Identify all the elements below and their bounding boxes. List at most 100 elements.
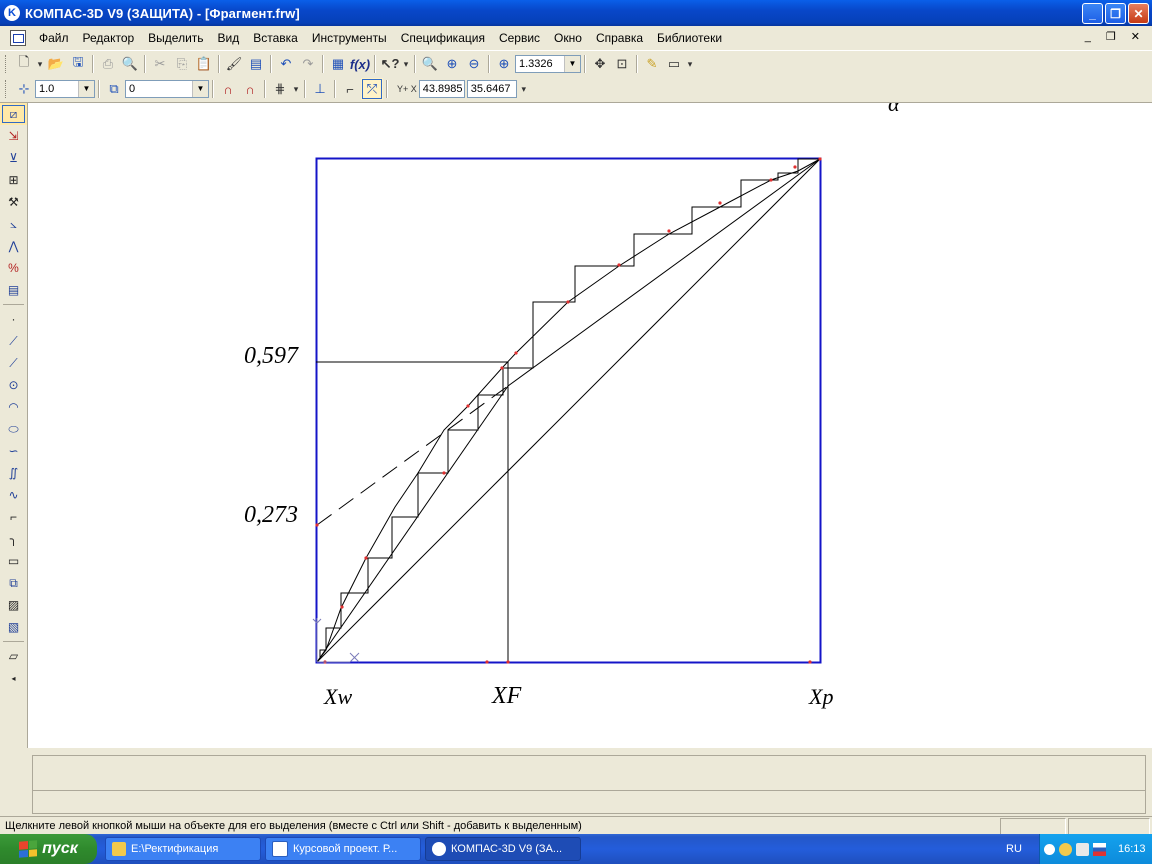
curve-point[interactable]: [769, 178, 773, 182]
redo-icon[interactable]: ↷: [297, 53, 319, 75]
more-tools-icon[interactable]: ▱: [0, 645, 27, 667]
contour-tool-icon[interactable]: ⧉: [0, 572, 27, 594]
scale-combo[interactable]: 1.0 ▼: [35, 80, 95, 98]
cut-icon[interactable]: ✂: [149, 53, 171, 75]
curve-point[interactable]: [514, 351, 518, 355]
menu-file[interactable]: Файл: [32, 31, 76, 45]
curve-point[interactable]: [500, 366, 504, 370]
edit-tool-icon[interactable]: ⊞: [0, 169, 27, 191]
label-xw[interactable]: Xw: [324, 684, 352, 710]
close-button[interactable]: ✕: [1128, 3, 1149, 24]
chevron-down-icon[interactable]: ▼: [564, 56, 580, 72]
chevron-down-icon[interactable]: ▼: [192, 81, 208, 97]
display-icon[interactable]: ▭: [663, 53, 685, 75]
show-all-icon[interactable]: ⊡: [611, 53, 633, 75]
curve-point[interactable]: [667, 229, 671, 233]
grid-dropdown-icon[interactable]: ▾: [291, 78, 301, 100]
drawing-svg[interactable]: [28, 103, 1152, 748]
coord-dropdown-icon[interactable]: ▾: [519, 78, 529, 100]
local-cs-icon[interactable]: ⊹: [13, 78, 35, 100]
clock[interactable]: 16:13: [1118, 843, 1146, 855]
variables-icon[interactable]: ▦: [327, 53, 349, 75]
ellipse-tool-icon[interactable]: ⬭: [0, 418, 27, 440]
axis-point[interactable]: [506, 660, 510, 664]
label-0273[interactable]: 0,273: [244, 502, 298, 529]
display-dropdown-icon[interactable]: ▾: [685, 53, 695, 75]
menu-service[interactable]: Сервис: [492, 31, 547, 45]
menu-window[interactable]: Окно: [547, 31, 589, 45]
tray-app-icon[interactable]: [1059, 842, 1072, 856]
x-coordinate-field[interactable]: 43.8985: [418, 80, 465, 98]
tray-network-icon[interactable]: [1076, 842, 1089, 856]
local-snap-icon[interactable]: ∩: [239, 78, 261, 100]
stripping-operating-line[interactable]: [316, 385, 509, 663]
edit-pencil-icon[interactable]: ✎: [641, 53, 663, 75]
properties-brush-icon[interactable]: 🖌: [223, 53, 245, 75]
curve-point[interactable]: [617, 263, 621, 267]
orthogonal-icon[interactable]: ⊥: [309, 78, 331, 100]
zoom-window-icon[interactable]: 🔍: [419, 53, 441, 75]
curve-point[interactable]: [818, 157, 822, 161]
print-icon[interactable]: ⎙: [97, 53, 119, 75]
save-icon[interactable]: 🖫: [67, 53, 89, 75]
minimize-button[interactable]: _: [1082, 3, 1103, 24]
menu-view[interactable]: Вид: [211, 31, 247, 45]
bezier-tool-icon[interactable]: ∽: [0, 440, 27, 462]
menu-editor[interactable]: Редактор: [76, 31, 142, 45]
task-kompas[interactable]: КОМПАС-3D V9 (ЗА...: [425, 837, 581, 861]
new-dropdown-icon[interactable]: ▾: [35, 53, 45, 75]
property-area[interactable]: [32, 755, 1146, 791]
dimensions-tool-icon[interactable]: ⇲: [0, 125, 27, 147]
zoom-scale-icon[interactable]: ⊕: [493, 53, 515, 75]
menu-specification[interactable]: Спецификация: [394, 31, 492, 45]
rectangle-tool-icon[interactable]: ▭: [0, 550, 27, 572]
y-coordinate-field[interactable]: 35.6467: [466, 80, 517, 98]
reports-tool-icon[interactable]: ▤: [0, 279, 27, 301]
manager-icon[interactable]: ▤: [245, 53, 267, 75]
auxiliary-line-icon[interactable]: ⟋: [0, 330, 27, 352]
layers-icon[interactable]: ⧉: [103, 78, 125, 100]
select-tool-icon[interactable]: ⋀: [0, 235, 27, 257]
arc-tool-icon[interactable]: ◠: [0, 396, 27, 418]
snap-magnet-icon[interactable]: ∩: [217, 78, 239, 100]
maximize-button[interactable]: ❐: [1105, 3, 1126, 24]
mdi-window-controls[interactable]: _ ❐ ✕: [1085, 30, 1146, 43]
label-xp[interactable]: Xp: [809, 684, 833, 710]
axis-point[interactable]: [315, 523, 319, 527]
designations-tool-icon[interactable]: ⊻: [0, 147, 27, 169]
layer-combo[interactable]: 0 ▼: [125, 80, 209, 98]
curve-point[interactable]: [566, 300, 570, 304]
help-dropdown-icon[interactable]: ▾: [401, 53, 411, 75]
undo-icon[interactable]: ↶: [275, 53, 297, 75]
property-tabs-area[interactable]: [32, 790, 1146, 814]
task-folder[interactable]: E:\Ректификация: [105, 837, 261, 861]
document-icon[interactable]: [10, 30, 26, 46]
curve-point[interactable]: [718, 201, 722, 205]
start-button[interactable]: пуск: [0, 834, 97, 864]
copy-icon[interactable]: ⎘: [171, 53, 193, 75]
panel-arrow-icon[interactable]: ◂: [0, 667, 27, 689]
menu-tools[interactable]: Инструменты: [305, 31, 394, 45]
curve-point[interactable]: [793, 165, 797, 169]
segment-tool-icon[interactable]: ⟋: [0, 352, 27, 374]
language-indicator[interactable]: RU: [1006, 843, 1022, 855]
chamfer-tool-icon[interactable]: ⌐: [0, 506, 27, 528]
label-xf[interactable]: XF: [492, 683, 521, 710]
menu-insert[interactable]: Вставка: [246, 31, 305, 45]
axis-point[interactable]: [808, 660, 812, 664]
spec-tool-icon[interactable]: %: [0, 257, 27, 279]
menu-select[interactable]: Выделить: [141, 31, 210, 45]
tray-arrow-icon[interactable]: [1044, 843, 1055, 855]
zoom-out-icon[interactable]: ⊖: [463, 53, 485, 75]
zoom-combo[interactable]: 1.3326 ▼: [515, 55, 581, 73]
open-folder-icon[interactable]: 📂: [45, 53, 67, 75]
curve-point[interactable]: [340, 605, 344, 609]
axis-point[interactable]: [485, 660, 489, 664]
toolbar-grip[interactable]: [5, 80, 9, 98]
toolbar-grip[interactable]: [5, 55, 9, 73]
label-alpha[interactable]: α: [888, 103, 900, 117]
grid-icon[interactable]: ⋕: [269, 78, 291, 100]
paste-icon[interactable]: 📋: [193, 53, 215, 75]
chevron-down-icon[interactable]: ▼: [78, 81, 94, 97]
print-preview-icon[interactable]: 🔍: [119, 53, 141, 75]
